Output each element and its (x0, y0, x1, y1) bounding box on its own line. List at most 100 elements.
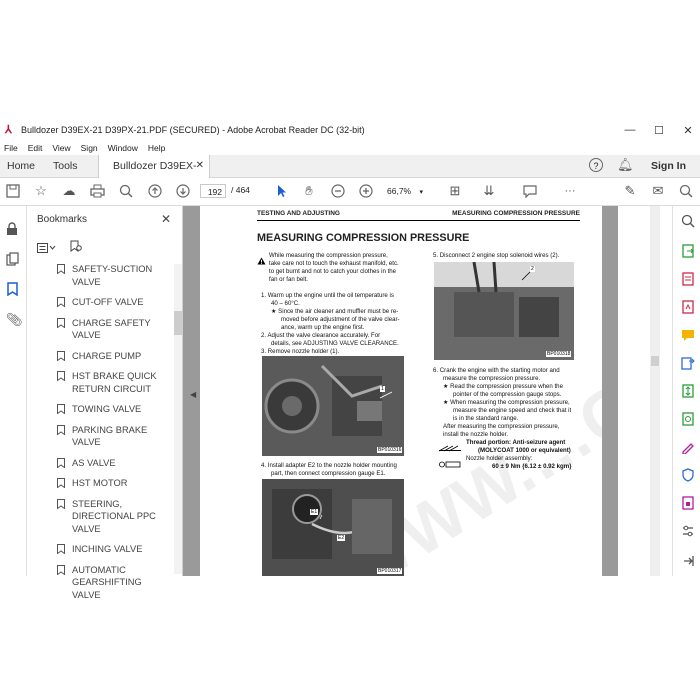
bookmark-item[interactable]: SAFETY-SUCTION VALVE (27, 263, 172, 288)
bookmark-item[interactable]: CUT-OFF VALVE (27, 296, 172, 309)
bookmark-icon (57, 404, 65, 415)
print-icon[interactable] (89, 183, 105, 199)
bookmark-label: STEERING, DIRECTIONAL PPC VALVE (72, 498, 156, 534)
bookmark-item[interactable]: AS VALVE (27, 457, 172, 470)
bookmark-item[interactable]: CHARGE SAFETY VALVE (27, 317, 172, 342)
sign-in-button[interactable]: Sign In (651, 155, 686, 177)
bookmark-item[interactable]: AUTOMATIC GEARSHIFTING VALVE (27, 564, 172, 602)
thread-text: Thread portion: Anti-seizure agent (466, 439, 566, 446)
page-number-input[interactable]: 192 (200, 184, 226, 198)
bookmark-icon (57, 264, 65, 275)
compress-pdf-icon[interactable] (681, 384, 695, 398)
acrobat-icon: ⅄ (5, 124, 12, 136)
star-icon[interactable]: ☆ (33, 183, 49, 199)
tab-home[interactable]: Home (7, 155, 35, 177)
bookmark-label: HST MOTOR (72, 478, 128, 488)
bookmark-options-icon[interactable] (37, 240, 57, 258)
bell-icon[interactable]: 🔔︎ (617, 157, 634, 173)
pages-icon[interactable] (6, 252, 19, 271)
tab-tools[interactable]: Tools (53, 155, 78, 177)
select-cursor-icon[interactable] (274, 183, 290, 199)
bookmark-label: CHARGE SAFETY VALVE (72, 317, 151, 341)
step-text: 40 – 60°C. (271, 300, 300, 307)
minimize-button[interactable]: — (617, 118, 643, 142)
close-tab-icon[interactable]: ✕ (196, 155, 204, 177)
menu-edit[interactable]: Edit (28, 143, 43, 153)
step-text: details, see ADJUSTING VALVE CLEARANCE. (271, 340, 399, 347)
zoom-out-icon[interactable] (330, 183, 346, 199)
right-tools-rail (672, 206, 700, 576)
menu-view[interactable]: View (52, 143, 70, 153)
bookmark-item[interactable]: STEERING, DIRECTIONAL PPC VALVE (27, 498, 172, 536)
step-text: ance, warm up the engine first. (281, 324, 365, 331)
link-sign-icon[interactable]: ✎ (622, 183, 638, 199)
zoom-tool-icon[interactable] (681, 214, 695, 228)
document-scrollbar[interactable] (650, 206, 660, 576)
save-icon[interactable] (5, 183, 21, 199)
email-icon[interactable]: ✉ (650, 183, 666, 199)
bookmark-item[interactable]: TOWING VALVE (27, 403, 172, 416)
left-nav-rail: 📎︎ (0, 206, 27, 576)
combine-files-icon[interactable] (681, 300, 695, 314)
comment-tool-icon[interactable] (681, 328, 695, 342)
more-tools-rail-icon[interactable] (681, 524, 695, 538)
organize-pages-icon[interactable] (681, 356, 695, 370)
zoom-in-icon[interactable] (358, 183, 374, 199)
help-icon[interactable]: ? (589, 158, 603, 172)
protect-icon[interactable] (681, 468, 695, 482)
bookmark-item[interactable]: PARKING BRAKE VALVE (27, 424, 172, 449)
scroll-mode-icon[interactable]: ⇊ (481, 183, 497, 199)
find-icon[interactable] (118, 183, 134, 199)
close-panel-icon[interactable]: ✕ (161, 212, 171, 226)
page-fit-icon[interactable]: ⊞ (447, 183, 463, 199)
lock-icon[interactable] (6, 222, 18, 241)
step-text: 3. Remove nozzle holder (1). (261, 348, 340, 355)
create-pdf-icon[interactable] (681, 272, 695, 286)
step-text: pointer of the compression gauge stops. (453, 391, 562, 398)
edit-pdf-icon[interactable] (681, 496, 695, 510)
attachment-icon[interactable]: 📎︎ (6, 312, 23, 328)
menu-window[interactable]: Window (108, 143, 138, 153)
bookmark-item[interactable]: HST BRAKE QUICK RETURN CIRCUIT (27, 370, 172, 395)
bookmark-item[interactable]: CHARGE PUMP (27, 350, 172, 363)
torque-symbol-icon (438, 455, 462, 473)
photo-caption: BP010318 (546, 351, 572, 357)
more-tools-icon[interactable]: ··· (562, 183, 578, 199)
scan-ocr-icon[interactable] (681, 412, 695, 426)
step-text: measure the engine speed and check that … (453, 407, 572, 414)
step-text: 5. Disconnect 2 engine stop solenoid wir… (433, 252, 560, 259)
callout-label: 2 (530, 266, 535, 272)
menu-file[interactable]: File (4, 143, 18, 153)
search-icon[interactable] (678, 183, 694, 199)
hand-tool-icon[interactable]: ✋︎ (301, 183, 317, 199)
collapse-tools-icon[interactable] (681, 554, 695, 568)
collapse-left-icon[interactable]: ◀ (190, 390, 196, 399)
bookmark-list: SAFETY-SUCTION VALVE CUT-OFF VALVE CHARGE … (27, 263, 172, 609)
zoom-dropdown[interactable]: 66,7% ▾ (387, 184, 431, 198)
comment-icon[interactable] (522, 183, 538, 199)
bookmark-item[interactable]: HST MOTOR (27, 477, 172, 490)
add-bookmark-icon[interactable] (70, 239, 82, 257)
bookmark-panel-icon[interactable] (7, 282, 18, 301)
menu-sign[interactable]: Sign (81, 143, 98, 153)
tab-document[interactable]: Bulldozer D39EX-2... ✕ (98, 155, 210, 194)
bookmark-label: HST BRAKE QUICK RETURN CIRCUIT (72, 371, 157, 394)
fill-sign-icon[interactable] (681, 440, 695, 455)
bookmark-icon (57, 297, 65, 308)
maximize-button[interactable]: ☐ (646, 118, 672, 142)
bookmark-icon (57, 457, 65, 468)
bookmark-item[interactable]: INCHING VALVE (27, 543, 172, 556)
menu-help[interactable]: Help (148, 143, 165, 153)
document-scroll-thumb[interactable] (651, 356, 659, 366)
document-viewport[interactable]: WWW.…COM TESTING AND ADJUSTING MEASURING… (183, 206, 618, 576)
page-down-icon[interactable] (175, 183, 191, 199)
step-text: ★ Read the compression pressure when the (443, 383, 563, 390)
bookmarks-scroll-thumb[interactable] (174, 311, 182, 335)
bookmark-label: PARKING BRAKE VALVE (72, 424, 148, 448)
page-up-icon[interactable] (147, 183, 163, 199)
close-window-button[interactable]: ✕ (675, 118, 700, 142)
torque-text: Nozzle holder assembly: (466, 455, 533, 462)
export-pdf-icon[interactable] (681, 244, 695, 258)
bookmark-icon (57, 371, 65, 382)
upload-cloud-icon[interactable]: ☁ (61, 183, 77, 199)
